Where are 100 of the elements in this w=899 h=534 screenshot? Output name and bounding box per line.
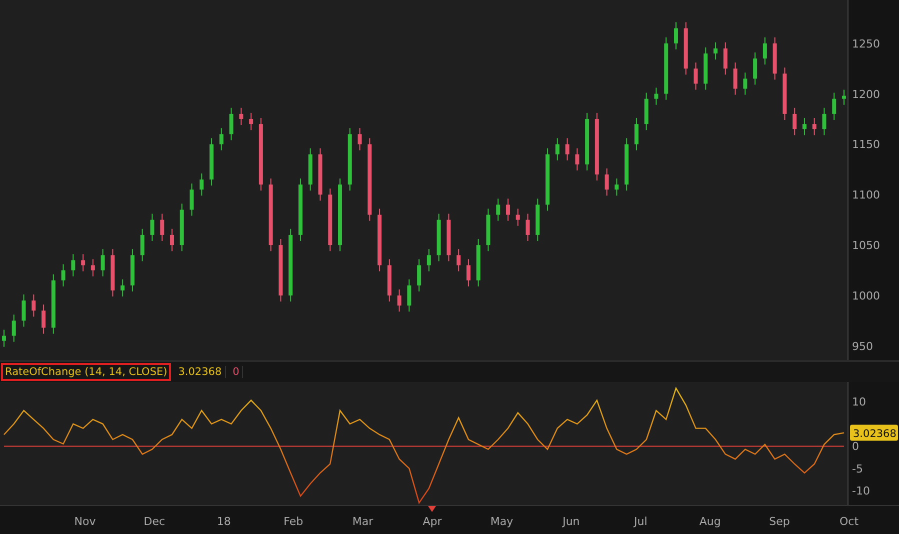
candlestick bbox=[723, 42, 728, 76]
candlestick bbox=[694, 62, 698, 90]
candlestick bbox=[71, 254, 76, 277]
candlestick bbox=[654, 87, 658, 106]
indicator-axis-label: -10 bbox=[852, 484, 870, 498]
candlestick bbox=[328, 188, 332, 252]
candlestick bbox=[42, 304, 46, 334]
time-axis-label: Jun bbox=[562, 515, 580, 528]
candlestick bbox=[318, 148, 322, 202]
candlestick bbox=[219, 128, 224, 151]
candlestick bbox=[753, 52, 758, 86]
price-axis-label: 1150 bbox=[852, 138, 880, 152]
candlestick bbox=[51, 274, 56, 334]
study-value: 3.02368 bbox=[175, 366, 226, 378]
candlestick bbox=[832, 92, 836, 120]
candlestick bbox=[229, 107, 234, 141]
candlestick bbox=[190, 183, 194, 216]
candlestick bbox=[100, 248, 105, 277]
candlestick bbox=[130, 248, 134, 292]
candlestick bbox=[664, 36, 668, 100]
candlestick bbox=[150, 213, 154, 242]
time-axis-label: May bbox=[490, 515, 514, 528]
candlestick bbox=[546, 148, 550, 212]
time-axis-label: Mar bbox=[352, 515, 374, 528]
candlestick bbox=[81, 254, 86, 272]
candlestick bbox=[466, 258, 470, 287]
candlestick bbox=[792, 107, 797, 136]
candlestick bbox=[170, 228, 174, 252]
candlestick bbox=[772, 36, 777, 80]
candlestick bbox=[298, 178, 302, 242]
candlestick bbox=[486, 208, 490, 252]
candlestick bbox=[2, 329, 6, 348]
candlestick bbox=[802, 117, 806, 136]
candlestick bbox=[506, 198, 510, 222]
candlestick bbox=[32, 294, 36, 318]
candlestick bbox=[516, 208, 520, 226]
candlestick bbox=[239, 107, 244, 126]
candlestick bbox=[743, 72, 748, 96]
price-axis-label: 1250 bbox=[852, 37, 880, 50]
candlestick bbox=[614, 178, 619, 196]
candlestick bbox=[674, 22, 678, 50]
candlestick bbox=[249, 112, 254, 131]
candlestick bbox=[822, 107, 826, 136]
candlestick bbox=[12, 314, 16, 342]
price-axis-label: 950 bbox=[852, 340, 873, 353]
candlestick bbox=[397, 288, 402, 312]
candlestick bbox=[140, 228, 144, 262]
triangle-marker-icon bbox=[428, 506, 436, 512]
time-axis-label: 18 bbox=[216, 515, 231, 528]
candlestick bbox=[704, 46, 708, 90]
time-axis-label: Dec bbox=[144, 515, 166, 528]
study-label[interactable]: RateOfChange (14, 14, CLOSE) bbox=[1, 363, 172, 381]
candlestick bbox=[110, 248, 115, 297]
candlestick bbox=[407, 278, 412, 312]
time-axis-label: Apr bbox=[422, 515, 442, 528]
candlestick bbox=[526, 213, 530, 242]
candlestick bbox=[278, 238, 283, 302]
price-axis-label: 1200 bbox=[852, 88, 880, 101]
candlestick bbox=[160, 213, 164, 242]
candlestick bbox=[594, 112, 599, 181]
time-axis-label: Nov bbox=[74, 515, 96, 528]
candlestick bbox=[22, 294, 26, 328]
time-axis-label: Sep bbox=[769, 515, 790, 528]
price-axis-label: 1100 bbox=[852, 188, 880, 202]
candlestick bbox=[565, 138, 570, 161]
time-axis-label: Feb bbox=[284, 515, 304, 528]
candlestick bbox=[180, 203, 184, 252]
study-value: 0 bbox=[230, 366, 244, 378]
candlestick bbox=[812, 117, 816, 136]
candlestick bbox=[634, 117, 638, 151]
candlestick bbox=[536, 198, 540, 242]
candlestick bbox=[842, 89, 846, 106]
candlestick bbox=[476, 238, 480, 287]
price-axis-label: 1050 bbox=[852, 239, 880, 252]
indicator-axis-label: -5 bbox=[852, 462, 863, 476]
candlestick bbox=[200, 172, 204, 196]
time-axis-label: Aug bbox=[699, 515, 721, 528]
candlestick bbox=[426, 248, 431, 272]
candlestick bbox=[417, 258, 422, 292]
candlestick bbox=[210, 138, 214, 186]
indicator-axis-label: 0 bbox=[852, 440, 859, 454]
candlestick bbox=[120, 278, 125, 297]
candlestick bbox=[684, 22, 688, 76]
candlestick bbox=[624, 138, 629, 192]
candlestick bbox=[762, 36, 767, 66]
candlestick bbox=[644, 92, 648, 131]
candlestick bbox=[604, 168, 609, 196]
candlestick bbox=[308, 148, 312, 192]
time-axis-label: Oct bbox=[839, 515, 859, 528]
candlestick bbox=[782, 67, 787, 120]
candlestick bbox=[61, 264, 66, 287]
candlestick bbox=[90, 258, 95, 277]
candlestick bbox=[387, 258, 392, 302]
value-badge: 3.02368 bbox=[850, 424, 898, 441]
candlestick bbox=[555, 138, 560, 161]
candlestick bbox=[585, 112, 590, 171]
candlestick bbox=[456, 248, 461, 272]
candlestick bbox=[496, 198, 500, 222]
candlestick bbox=[436, 213, 441, 262]
candlestick bbox=[714, 42, 718, 60]
